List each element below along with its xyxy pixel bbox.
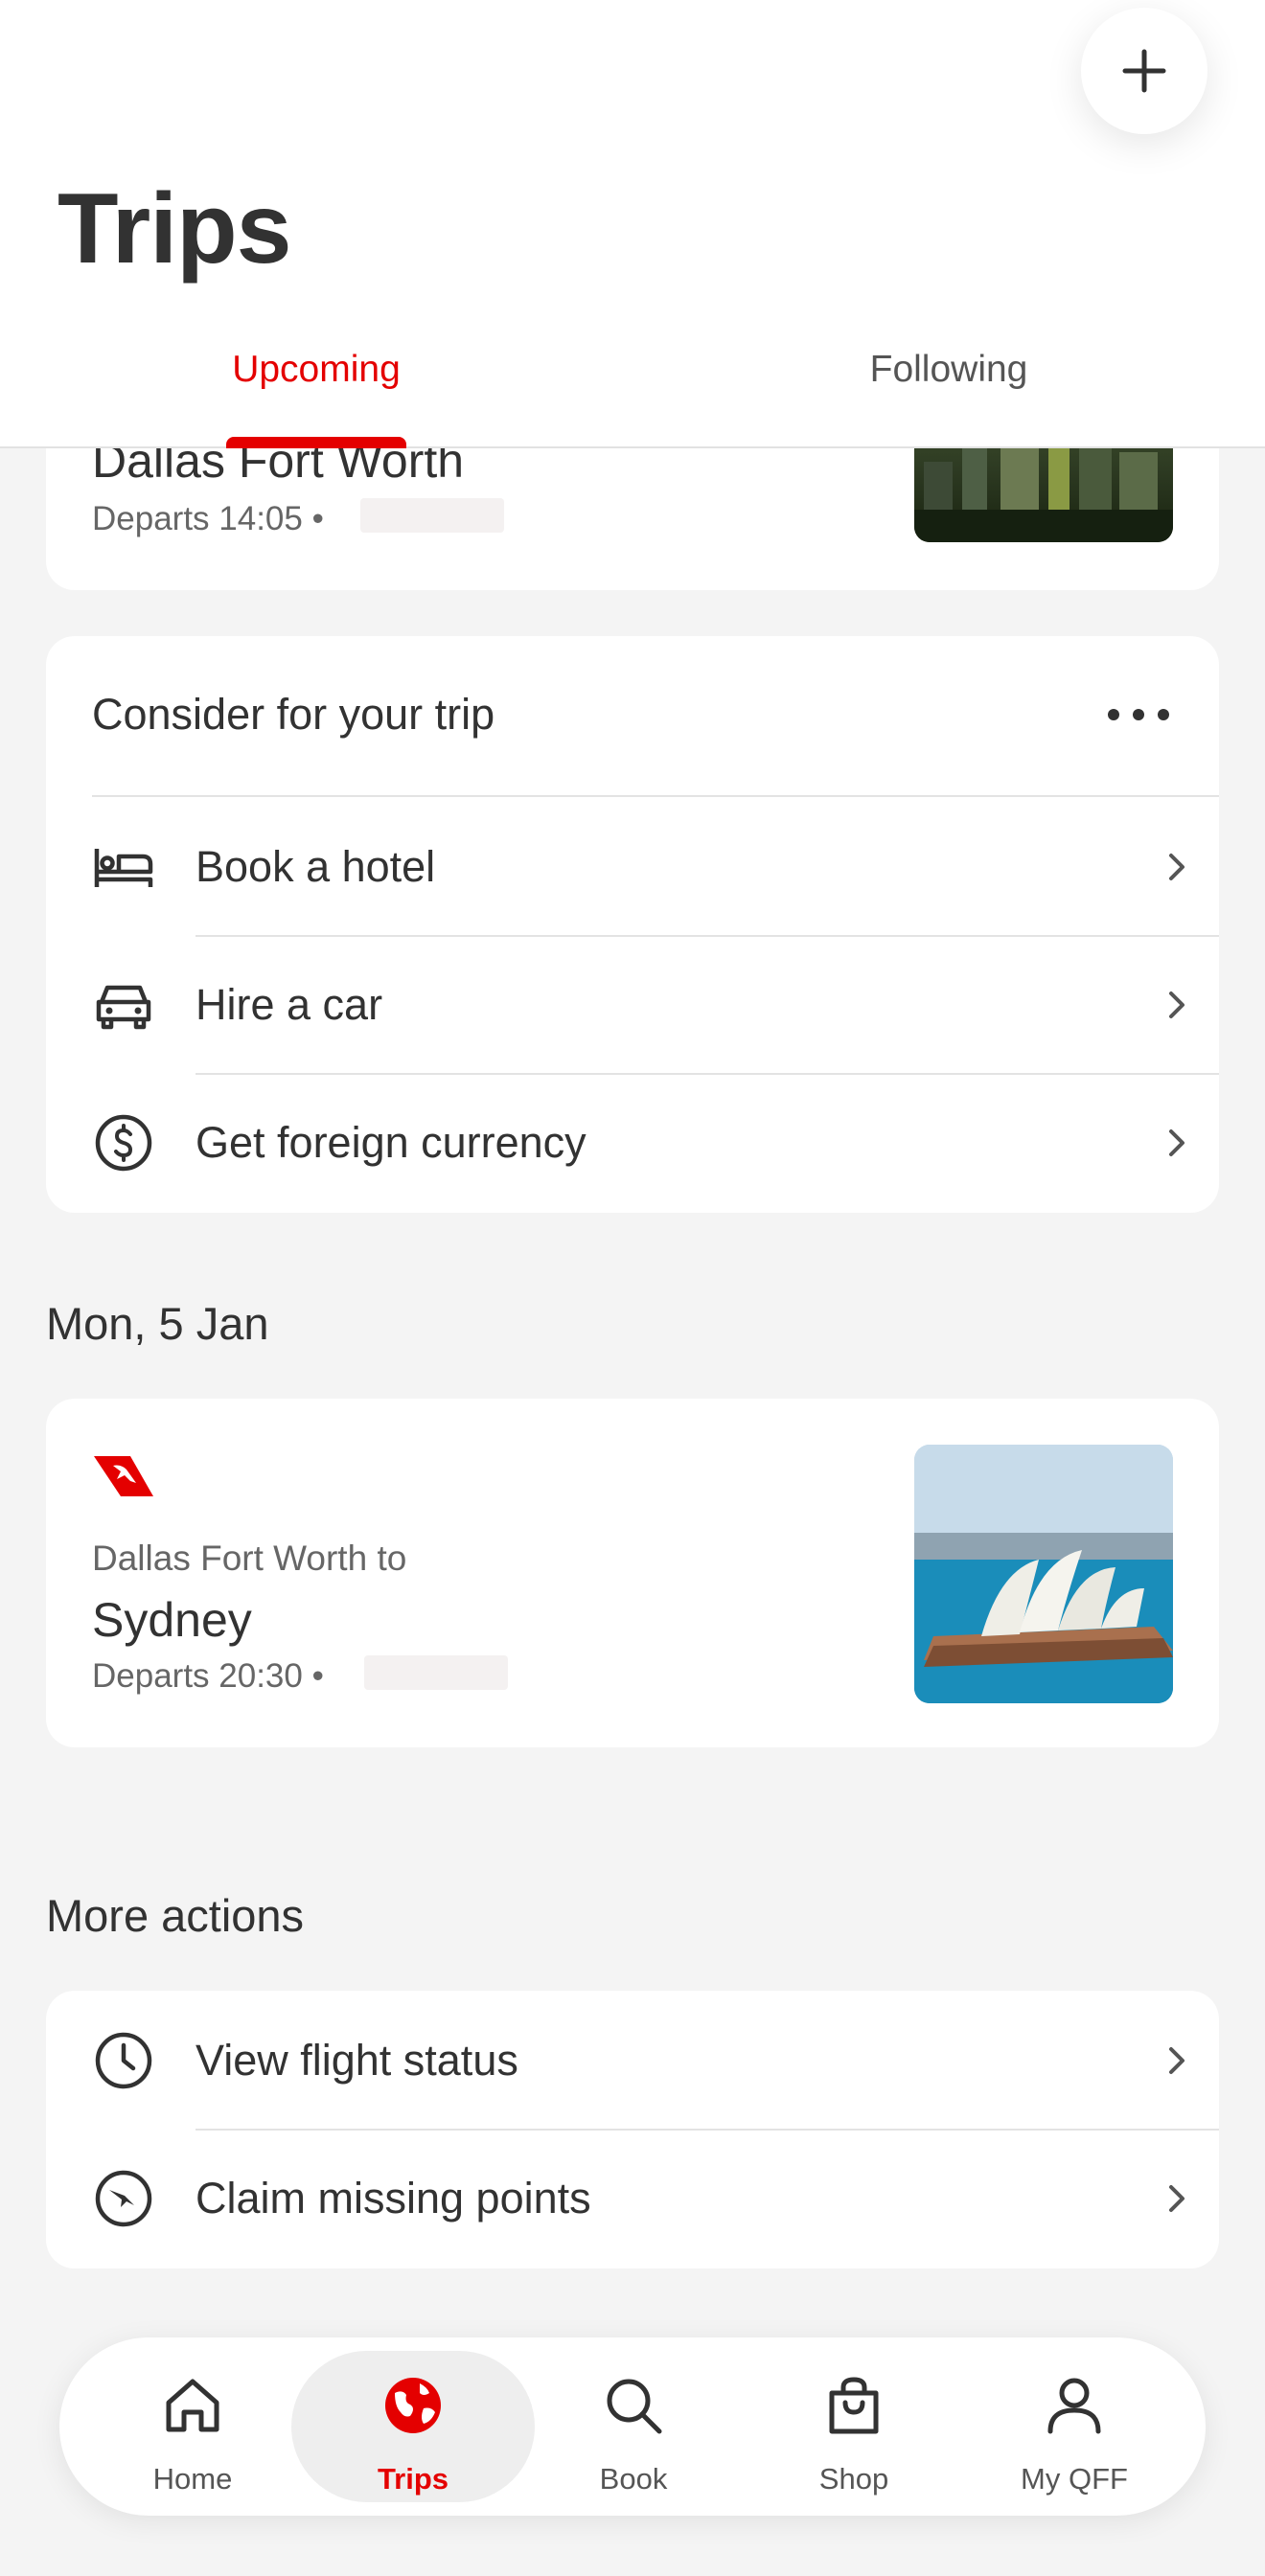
tab-upcoming[interactable]: Upcoming [0,349,632,391]
claim-missing-points-label: Claim missing points [196,2174,591,2223]
person-icon [1047,2378,1101,2434]
trips-header: Trips Upcoming Following [0,0,1265,448]
foreign-currency-row[interactable]: Get foreign currency [46,1073,1219,1213]
nav-my-qff[interactable]: My QFF [964,2337,1184,2516]
hire-car-label: Hire a car [196,980,383,1029]
bottom-nav: Home Trips Book Shop My QFF [59,2337,1206,2516]
book-hotel-row[interactable]: Book a hotel [46,797,1219,937]
more-options-icon[interactable] [1100,695,1177,734]
date-heading: Mon, 5 Jan [46,1298,269,1349]
chevron-right-icon [1169,2047,1184,2074]
add-trip-button[interactable] [1081,8,1208,134]
shopping-bag-icon [829,2377,879,2434]
nav-trips-label: Trips [377,2462,449,2496]
nav-book-label: Book [599,2462,668,2496]
opera-house-image [914,1445,1173,1703]
plus-icon [1122,49,1166,93]
chevron-right-icon [1169,854,1184,880]
redacted-text [360,498,504,533]
home-icon [166,2379,219,2432]
nav-home-label: Home [152,2462,233,2496]
active-tab-indicator [226,437,406,448]
chevron-right-icon [1169,992,1184,1018]
qantas-logo-icon [94,1456,153,1496]
trip-departs: Departs 20:30 • [92,1657,324,1695]
hire-car-row[interactable]: Hire a car [46,935,1219,1075]
view-flight-status-row[interactable]: View flight status [46,1991,1219,2131]
currency-icon [95,1114,152,1172]
bed-icon [94,849,153,887]
tab-following[interactable]: Following [632,349,1265,391]
claim-missing-points-row[interactable]: Claim missing points [46,2129,1219,2268]
nav-home[interactable]: Home [82,2337,303,2516]
foreign-currency-label: Get foreign currency [196,1118,586,1167]
nav-my-qff-label: My QFF [1021,2462,1128,2496]
trip-departs: Departs 14:05 • [92,500,324,537]
nav-shop-label: Shop [818,2462,889,2496]
chevron-right-icon [1169,2185,1184,2212]
trip-card-sydney[interactable]: Dallas Fort Worth to Sydney Departs 20:3… [46,1399,1219,1747]
more-actions-card: View flight status Claim missing points [46,1991,1219,2268]
chevron-right-icon [1169,1129,1184,1156]
search-icon [607,2379,662,2434]
nav-trips[interactable]: Trips [303,2337,523,2516]
trip-origin: Dallas Fort Worth to [92,1539,407,1578]
globe-icon [385,2378,441,2433]
car-icon [96,985,151,1030]
view-flight-status-label: View flight status [196,2036,518,2085]
clock-icon [95,2032,152,2089]
book-hotel-label: Book a hotel [196,842,436,891]
consider-card: Consider for your trip Book a hotel Hire… [46,636,1219,1213]
redacted-text [364,1655,508,1690]
page-title: Trips [58,173,292,285]
nav-shop[interactable]: Shop [744,2337,964,2516]
consider-title: Consider for your trip [92,690,495,739]
trip-destination: Sydney [92,1593,252,1647]
more-actions-heading: More actions [46,1890,305,1941]
points-icon [95,2170,152,2227]
nav-book[interactable]: Book [523,2337,744,2516]
